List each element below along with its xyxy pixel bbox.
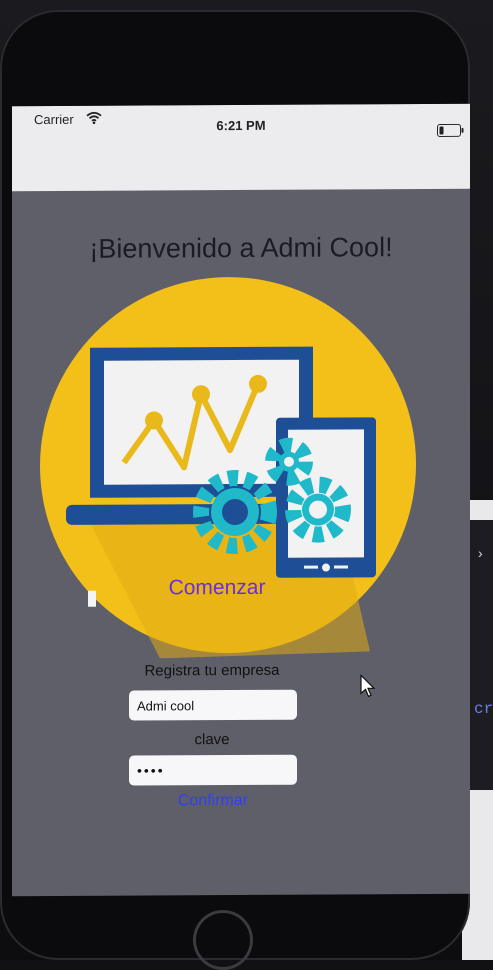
home-button[interactable]	[193, 910, 253, 970]
company-label: Registra tu empresa	[144, 661, 280, 680]
confirm-button[interactable]: Confirmar	[129, 791, 297, 812]
start-button[interactable]: Comenzar	[132, 575, 302, 602]
app-screen: Carrier 6:21 PM ¡Bienvenido a Admi Cool!	[12, 103, 470, 897]
password-label: clave	[194, 731, 230, 749]
password-input[interactable]	[129, 754, 297, 786]
phone-frame: Carrier 6:21 PM ¡Bienvenido a Admi Cool!	[0, 10, 470, 960]
chevron-right-icon: ›	[478, 545, 483, 561]
status-time: 6:21 PM	[216, 117, 266, 134]
desktop-side-text: cri	[474, 700, 493, 718]
battery-icon	[437, 123, 464, 137]
decorative-tab	[88, 590, 96, 607]
status-bar: Carrier 6:21 PM	[12, 103, 470, 192]
welcome-title: ¡Bienvenido a Admi Cool!	[89, 232, 393, 264]
company-input[interactable]	[129, 689, 297, 721]
mouse-pointer-icon	[360, 674, 376, 698]
